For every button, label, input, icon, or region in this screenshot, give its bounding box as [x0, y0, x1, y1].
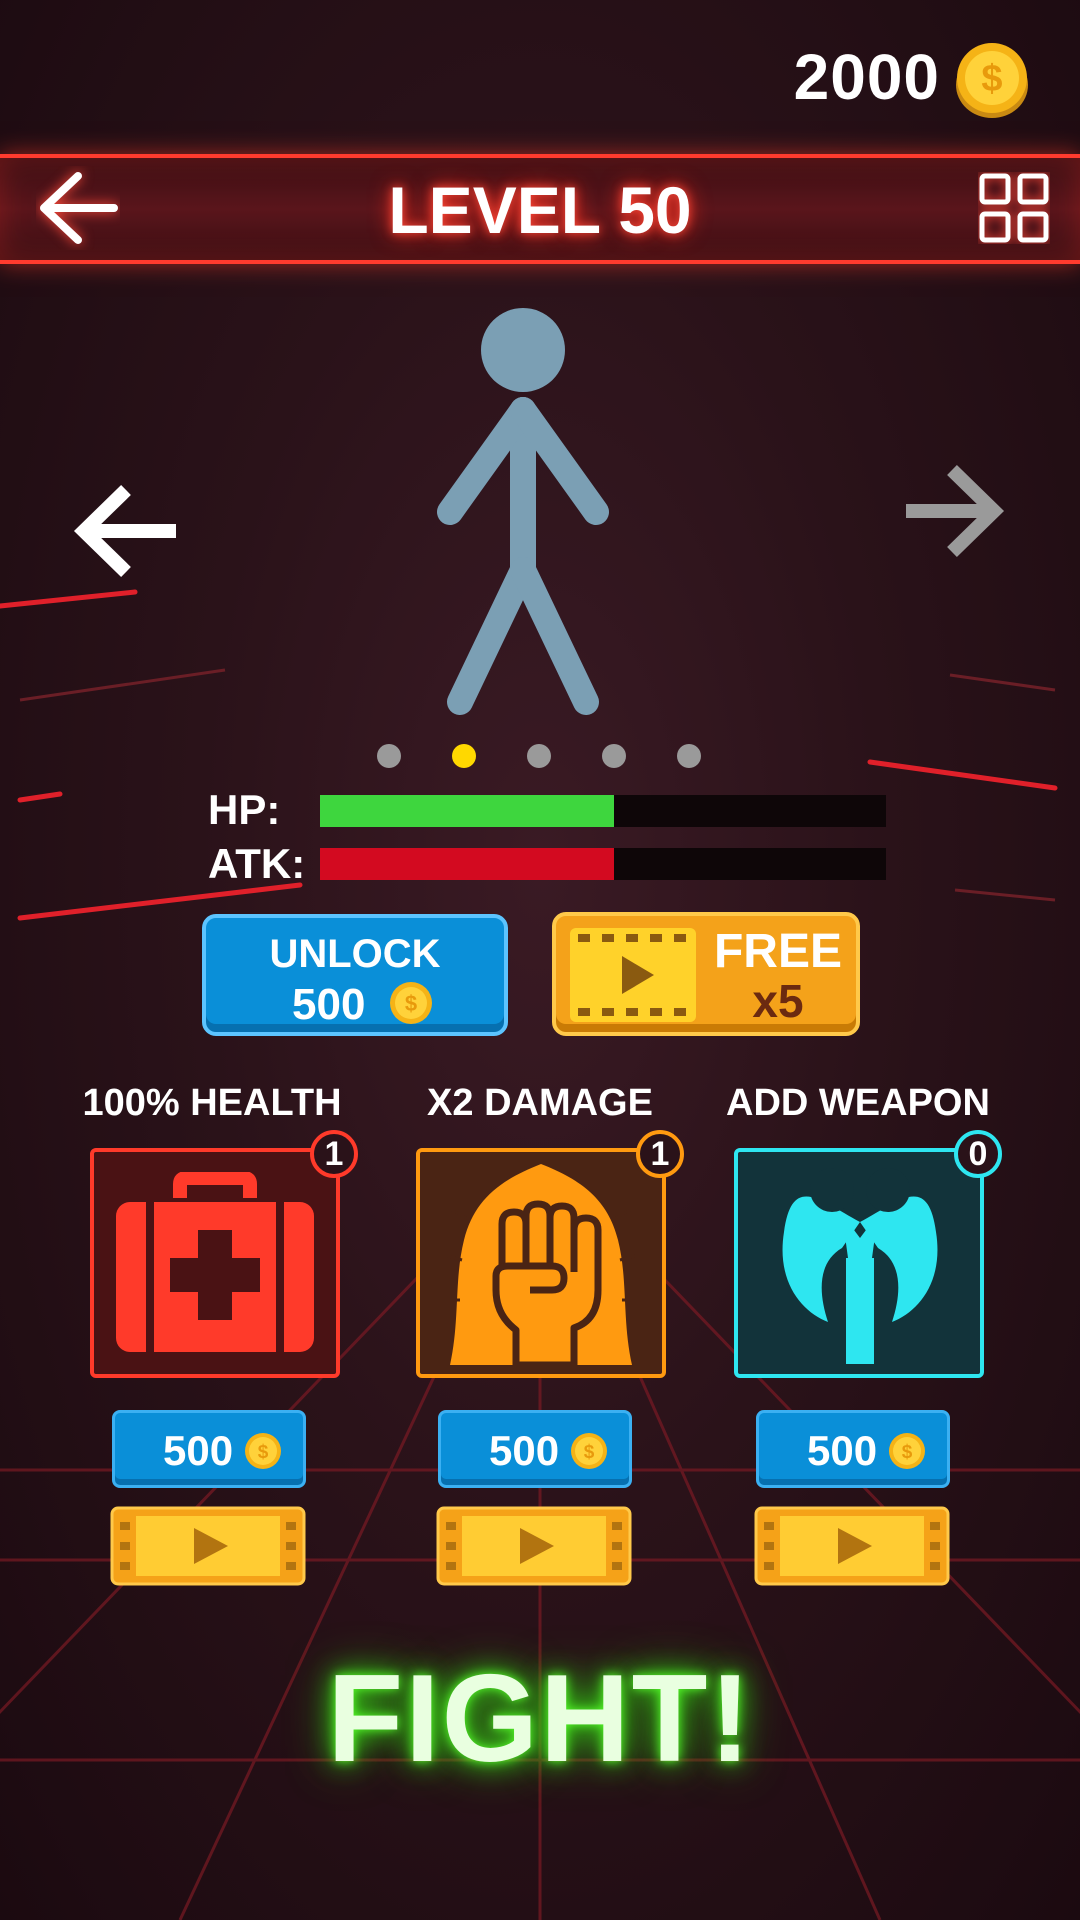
svg-text:$: $	[405, 991, 417, 1016]
next-character-button[interactable]	[898, 456, 1008, 566]
damage-powerup[interactable]: 1	[416, 1130, 684, 1378]
level-header: LEVEL 50	[0, 154, 1080, 264]
grid-menu-icon[interactable]	[978, 172, 1050, 244]
level-title: LEVEL 50	[388, 173, 692, 247]
health-video-button[interactable]	[110, 1506, 306, 1586]
damage-video-button[interactable]	[436, 1506, 632, 1586]
pagination-dot[interactable]	[602, 744, 626, 768]
weapon-powerup[interactable]: 0	[734, 1130, 1002, 1378]
free-video-button[interactable]: FREE x5	[552, 912, 860, 1036]
health-count-badge: 1	[310, 1130, 358, 1178]
weapon-buy-button[interactable]: 500 $	[756, 1410, 950, 1488]
pagination-dot[interactable]	[452, 744, 476, 768]
weapon-price: 500	[807, 1427, 878, 1474]
health-powerup[interactable]: 1	[90, 1130, 358, 1378]
hp-bar-fill	[320, 795, 615, 827]
powerup-label: ADD WEAPON	[726, 1082, 990, 1124]
coin-icon: $	[245, 1433, 281, 1469]
coin-balance: 2000	[793, 41, 940, 113]
unlock-button[interactable]: UNLOCK 500 $	[202, 914, 508, 1036]
powerup-label: 100% HEALTH	[82, 1082, 342, 1124]
damage-buy-button[interactable]: 500 $	[438, 1410, 632, 1488]
free-multiplier: x5	[752, 975, 804, 1027]
hp-label: HP:	[208, 786, 281, 833]
atk-bar	[320, 848, 886, 880]
free-label: FREE	[713, 925, 842, 978]
coin-icon: $	[889, 1433, 925, 1469]
svg-text:$: $	[258, 1442, 269, 1463]
weapon-video-button[interactable]	[754, 1506, 950, 1586]
stickman-character	[437, 308, 609, 715]
first-aid-kit-icon	[116, 1172, 314, 1352]
atk-label: ATK:	[208, 840, 306, 887]
battle-axe-icon	[782, 1168, 938, 1364]
atk-bar-fill	[320, 848, 615, 880]
unlock-label: UNLOCK	[269, 932, 441, 976]
coin-icon: $	[571, 1433, 607, 1469]
coin-icon: $	[956, 43, 1028, 118]
hp-bar	[320, 795, 886, 827]
prev-character-button[interactable]	[70, 476, 180, 586]
pagination-dot[interactable]	[377, 744, 401, 768]
health-buy-button[interactable]: 500 $	[112, 1410, 306, 1488]
damage-count-badge: 1	[636, 1130, 684, 1178]
svg-text:$: $	[981, 58, 1002, 100]
background-grid	[0, 589, 1080, 1920]
powerup-label: X2 DAMAGE	[427, 1082, 653, 1124]
raised-fist-icon	[443, 1164, 639, 1369]
svg-text:$: $	[584, 1442, 595, 1463]
pagination-dot[interactable]	[527, 744, 551, 768]
pagination-dot[interactable]	[677, 744, 701, 768]
coin-icon: $	[390, 982, 432, 1024]
unlock-price: 500	[292, 980, 366, 1029]
damage-price: 500	[489, 1427, 560, 1474]
weapon-count-badge: 0	[954, 1130, 1002, 1178]
svg-text:$: $	[902, 1442, 913, 1463]
health-price: 500	[163, 1427, 234, 1474]
video-film-icon	[570, 928, 696, 1022]
fight-button[interactable]: FIGHT!	[0, 1648, 1080, 1790]
